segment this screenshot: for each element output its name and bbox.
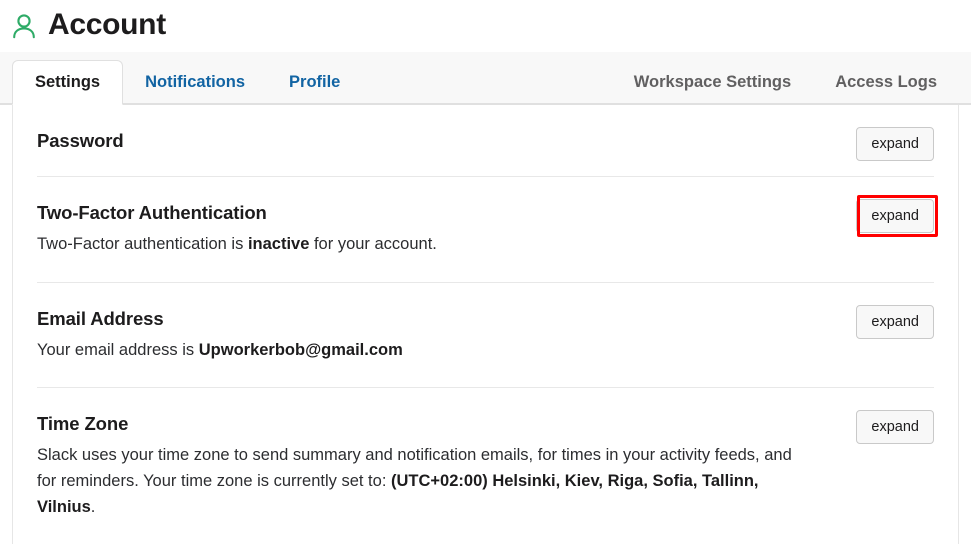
section-description-email-address: Your email address is Upworkerbob@gmail.… [37, 338, 814, 364]
tab-profile[interactable]: Profile [267, 60, 362, 104]
expand-button-two-factor[interactable]: expand [856, 198, 934, 233]
tab-workspace-settings[interactable]: Workspace Settings [612, 60, 813, 104]
expand-button-email-address[interactable]: expand [856, 304, 934, 339]
tabs-right-group: Workspace Settings Access Logs [612, 60, 959, 104]
tab-notifications[interactable]: Notifications [123, 60, 267, 104]
tab-bar: Settings Notifications Profile Workspace… [0, 52, 971, 105]
section-title-time-zone: Time Zone [37, 413, 129, 435]
settings-content-panel: Password expand Two-Factor Authenticatio… [12, 105, 959, 544]
two-factor-desc-prefix: Two-Factor authentication is [37, 234, 248, 253]
two-factor-desc-suffix: for your account. [309, 234, 437, 253]
section-title-email-address: Email Address [37, 307, 164, 329]
email-address-value: Upworkerbob@gmail.com [198, 340, 403, 359]
page-header: Account [0, 0, 971, 52]
user-icon [13, 14, 35, 39]
page-title: Account [48, 7, 166, 41]
tabs-left-group: Settings Notifications Profile [12, 60, 362, 105]
expand-button-password[interactable]: expand [856, 127, 934, 161]
tab-access-logs[interactable]: Access Logs [813, 60, 959, 104]
section-title-two-factor: Two-Factor Authentication [37, 201, 267, 223]
section-password: Password expand [37, 105, 934, 177]
section-email-address: Email Address Your email address is Upwo… [37, 283, 934, 389]
tab-settings[interactable]: Settings [12, 60, 124, 105]
expand-button-time-zone[interactable]: expand [856, 410, 934, 445]
time-zone-desc-suffix: . [90, 497, 96, 516]
section-description-two-factor: Two-Factor authentication is inactive fo… [37, 232, 814, 258]
section-title-password: Password [37, 130, 124, 151]
section-time-zone: Time Zone Slack uses your time zone to s… [37, 388, 934, 544]
two-factor-status-value: inactive [247, 234, 310, 253]
section-two-factor-authentication: Two-Factor Authentication Two-Factor aut… [37, 177, 938, 283]
email-desc-prefix: Your email address is [37, 340, 199, 359]
section-description-time-zone: Slack uses your time zone to send summar… [37, 443, 814, 520]
